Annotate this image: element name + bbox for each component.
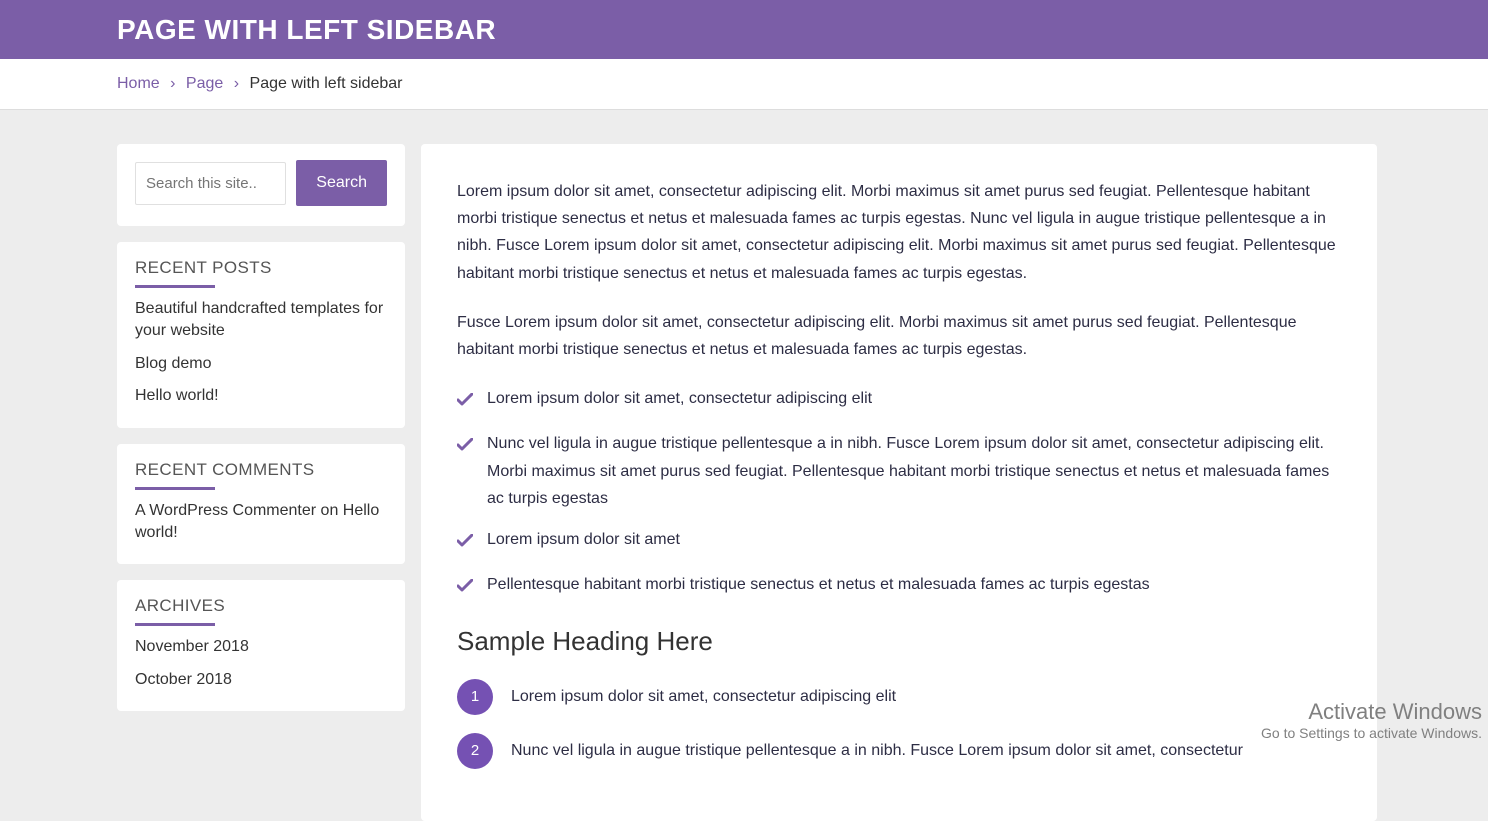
chevron-right-icon: ›: [170, 75, 175, 92]
archives-widget: ARCHIVES November 2018 October 2018: [117, 580, 405, 711]
list-item[interactable]: November 2018: [135, 636, 387, 658]
list-item[interactable]: Hello world!: [135, 385, 387, 407]
checkmark-icon: [457, 530, 473, 557]
list-item: 2 Nunc vel ligula in augue tristique pel…: [457, 733, 1341, 769]
list-item: Nunc vel ligula in augue tristique pelle…: [457, 430, 1341, 512]
checkmark-icon: [457, 434, 473, 512]
paragraph: Fusce Lorem ipsum dolor sit amet, consec…: [457, 309, 1341, 363]
search-button[interactable]: Search: [296, 160, 387, 206]
checkmark-icon: [457, 575, 473, 602]
breadcrumb-home[interactable]: Home: [117, 75, 160, 92]
widget-title: RECENT POSTS: [135, 258, 387, 284]
list-item[interactable]: A WordPress Commenter on Hello world!: [135, 500, 387, 545]
recent-posts-widget: RECENT POSTS Beautiful handcrafted templ…: [117, 242, 405, 428]
search-input[interactable]: [135, 162, 286, 205]
list-item: Pellentesque habitant morbi tristique se…: [457, 571, 1341, 602]
list-item[interactable]: Blog demo: [135, 353, 387, 375]
page-title: PAGE WITH LEFT SIDEBAR: [117, 14, 496, 46]
numbered-list: 1 Lorem ipsum dolor sit amet, consectetu…: [457, 679, 1341, 769]
list-item[interactable]: October 2018: [135, 669, 387, 691]
list-text: Pellentesque habitant morbi tristique se…: [487, 571, 1150, 602]
paragraph: Lorem ipsum dolor sit amet, consectetur …: [457, 178, 1341, 287]
checkmark-icon: [457, 389, 473, 416]
list-item: Lorem ipsum dolor sit amet, consectetur …: [457, 385, 1341, 416]
left-sidebar: Search RECENT POSTS Beautiful handcrafte…: [117, 144, 405, 821]
number-badge: 1: [457, 679, 493, 715]
number-badge: 2: [457, 733, 493, 769]
section-heading: Sample Heading Here: [457, 626, 1341, 657]
list-text: Nunc vel ligula in augue tristique pelle…: [487, 430, 1341, 512]
breadcrumb: Home › Page › Page with left sidebar: [117, 59, 1377, 109]
list-text: Nunc vel ligula in augue tristique pelle…: [511, 738, 1243, 764]
widget-title: RECENT COMMENTS: [135, 460, 387, 486]
list-text: Lorem ipsum dolor sit amet, consectetur …: [487, 385, 872, 416]
list-text: Lorem ipsum dolor sit amet, consectetur …: [511, 684, 896, 710]
list-item: Lorem ipsum dolor sit amet: [457, 526, 1341, 557]
list-item[interactable]: Beautiful handcrafted templates for your…: [135, 298, 387, 343]
check-list: Lorem ipsum dolor sit amet, consectetur …: [457, 385, 1341, 602]
widget-title: ARCHIVES: [135, 596, 387, 622]
list-item: 1 Lorem ipsum dolor sit amet, consectetu…: [457, 679, 1341, 715]
main-content: Lorem ipsum dolor sit amet, consectetur …: [421, 144, 1377, 821]
breadcrumb-page[interactable]: Page: [186, 75, 223, 92]
search-widget: Search: [117, 144, 405, 226]
chevron-right-icon: ›: [234, 75, 239, 92]
list-text: Lorem ipsum dolor sit amet: [487, 526, 680, 557]
breadcrumb-current: Page with left sidebar: [250, 75, 403, 92]
page-header: PAGE WITH LEFT SIDEBAR: [0, 0, 1488, 59]
breadcrumb-bar: Home › Page › Page with left sidebar: [0, 59, 1488, 110]
recent-comments-widget: RECENT COMMENTS A WordPress Commenter on…: [117, 444, 405, 565]
